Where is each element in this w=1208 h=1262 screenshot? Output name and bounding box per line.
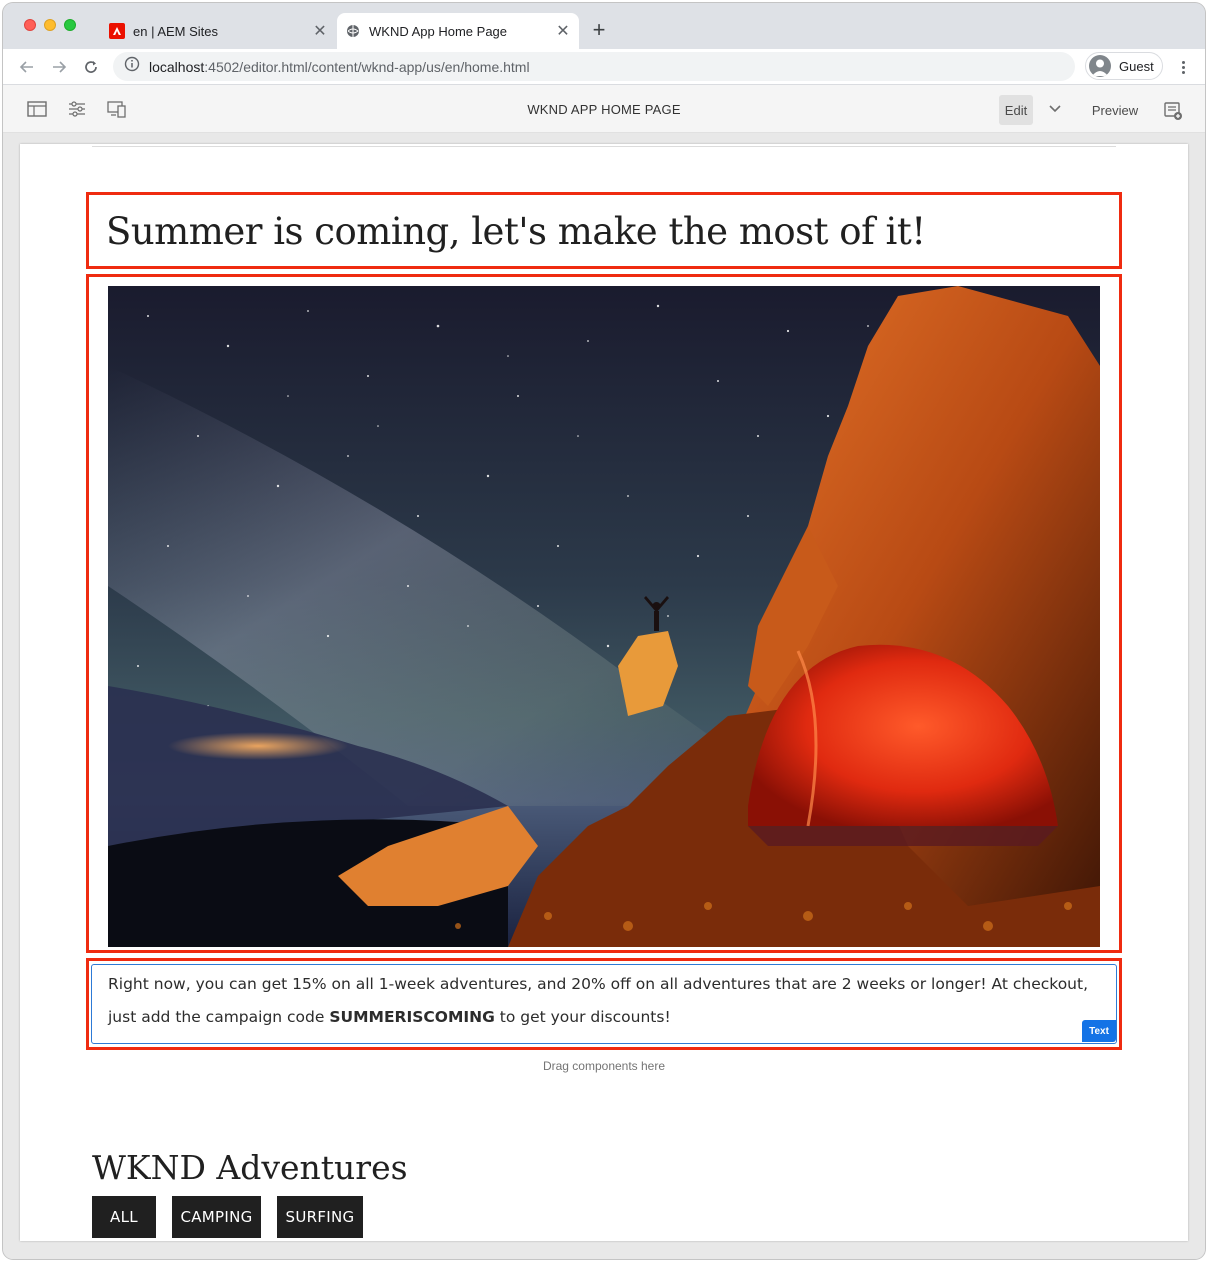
divider <box>92 146 1116 147</box>
back-icon[interactable] <box>15 55 39 79</box>
edit-mode-button[interactable]: Edit <box>999 95 1033 125</box>
minimize-window-button[interactable] <box>44 19 56 31</box>
editor-toolbar: WKND APP HOME PAGE Edit Preview <box>3 85 1205 133</box>
adobe-icon <box>109 23 125 39</box>
url-text: localhost:4502/editor.html/content/wknd-… <box>149 58 530 75</box>
page-content: Summer is coming, let's make the most of… <box>20 144 1188 1241</box>
info-icon[interactable] <box>124 56 140 77</box>
close-window-button[interactable] <box>24 19 36 31</box>
filter-surfing-button[interactable]: SURFING <box>277 1196 363 1238</box>
filter-camping-button[interactable]: CAMPING <box>172 1196 261 1238</box>
close-tab-icon[interactable]: ✕ <box>310 21 330 41</box>
annotations-icon[interactable] <box>1161 99 1185 123</box>
headline[interactable]: Summer is coming, let's make the most of… <box>106 210 926 253</box>
close-tab-icon[interactable]: ✕ <box>553 21 573 41</box>
tab-title: WKND App Home Page <box>369 23 508 39</box>
address-bar[interactable]: localhost:4502/editor.html/content/wknd-… <box>113 52 1075 81</box>
drop-zone[interactable]: Drag components here <box>20 1059 1188 1073</box>
campaign-code: SUMMERISCOMING <box>329 1008 495 1026</box>
maximize-window-button[interactable] <box>64 19 76 31</box>
profile-label: Guest <box>1119 58 1154 74</box>
tab-strip: en | AEM Sites ✕ WKND App Home Page ✕ + <box>3 3 1205 49</box>
adventure-filters: ALL CAMPING SURFING <box>92 1196 363 1238</box>
chevron-down-icon[interactable] <box>1045 99 1065 119</box>
adventures-title: WKND Adventures <box>92 1148 408 1187</box>
preview-button[interactable]: Preview <box>1085 95 1145 125</box>
promo-text[interactable]: Right now, you can get 15% on all 1-week… <box>108 968 1108 1034</box>
reload-icon[interactable] <box>79 55 103 79</box>
new-tab-icon[interactable]: + <box>587 19 611 43</box>
browser-menu-icon[interactable] <box>1173 57 1193 77</box>
globe-icon <box>345 23 361 39</box>
profile-button[interactable]: Guest <box>1085 52 1163 80</box>
starry-night-camping-photo-icon <box>108 286 1100 947</box>
filter-all-button[interactable]: ALL <box>92 1196 156 1238</box>
hero-image[interactable] <box>108 286 1100 947</box>
tab-aem-sites[interactable]: en | AEM Sites ✕ <box>101 13 336 49</box>
browser-window: en | AEM Sites ✕ WKND App Home Page ✕ + … <box>3 3 1205 1259</box>
tab-wknd-home[interactable]: WKND App Home Page ✕ <box>337 13 579 49</box>
forward-icon[interactable] <box>47 55 71 79</box>
tab-title: en | AEM Sites <box>133 23 219 39</box>
text-component-badge[interactable]: Text <box>1082 1020 1116 1042</box>
avatar <box>1089 55 1111 77</box>
browser-toolbar: localhost:4502/editor.html/content/wknd-… <box>3 49 1205 85</box>
